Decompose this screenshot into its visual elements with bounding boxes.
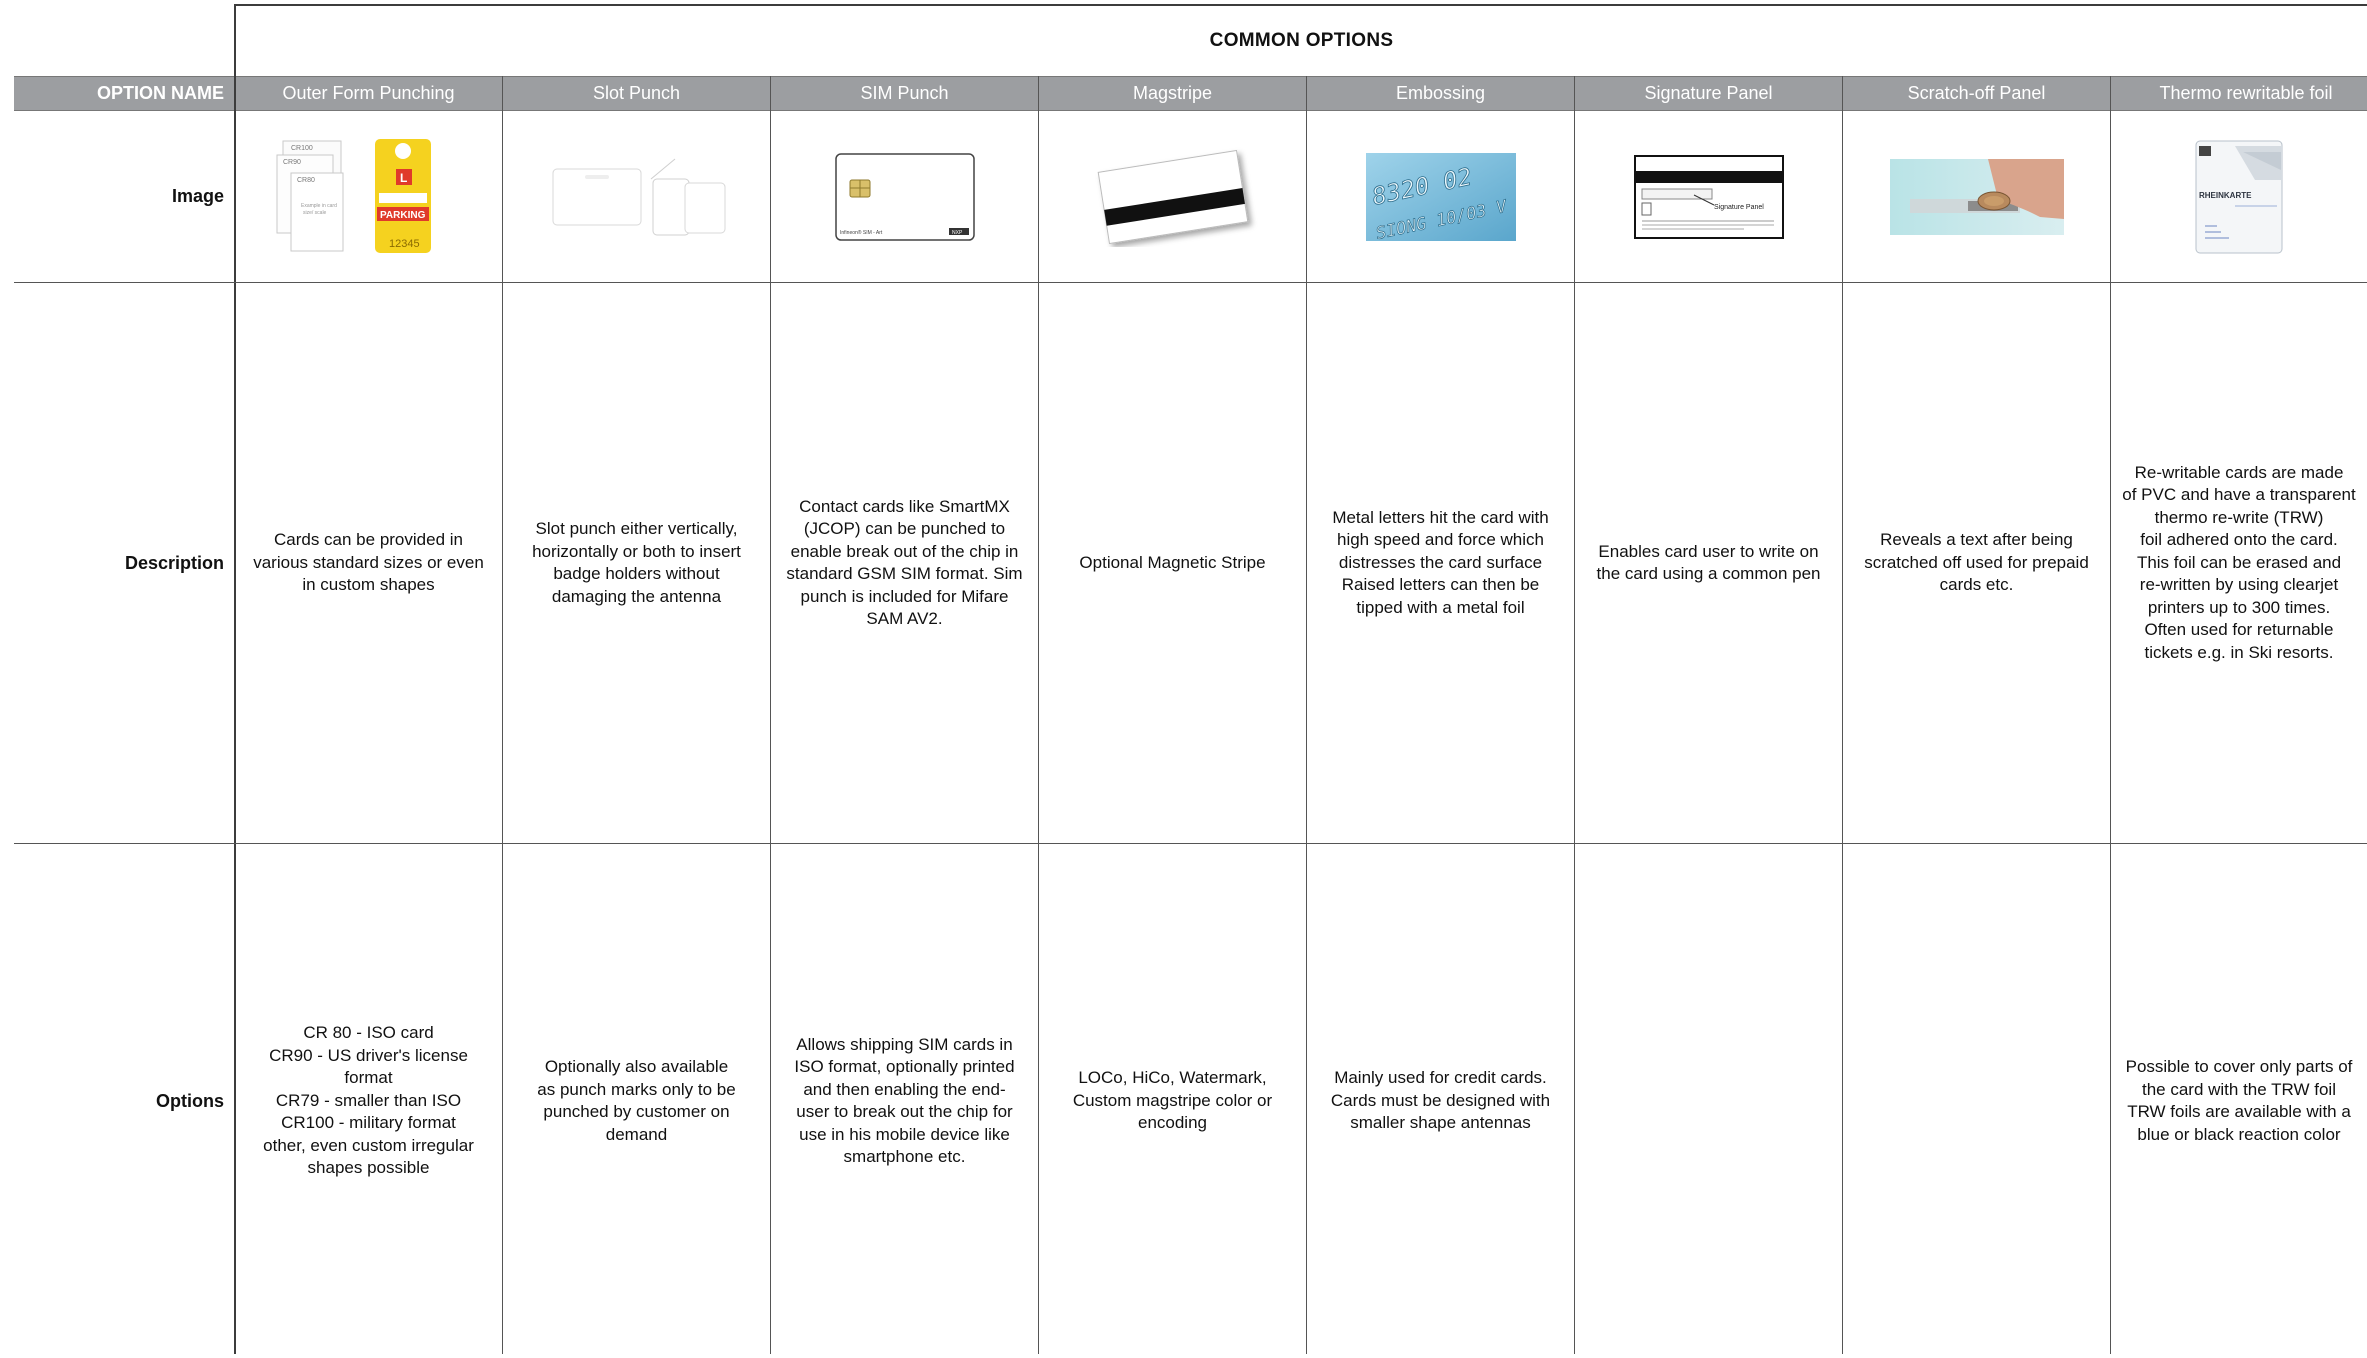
description-embossing: Metal letters hit the card with high spe… (1332, 507, 1549, 617)
svg-text:CR80: CR80 (297, 177, 315, 184)
header-sim-punch: SIM Punch (860, 83, 949, 103)
header-embossing: Embossing (1395, 83, 1486, 103)
svg-text:Example in card: Example in card (301, 203, 337, 209)
svg-text:L: L (400, 171, 407, 185)
image-thermo-rewritable-foil: RHEINKARTE (2111, 111, 2367, 282)
header-outer-form-punching: Outer Form Punching (282, 83, 455, 103)
options-outer-form-punching: CR 80 - ISO card CR90 - US driver's lice… (263, 1023, 474, 1178)
header-scratch-off-panel: Scratch-off Panel (1907, 83, 2046, 103)
row-label-image: Image (171, 186, 224, 206)
image-embossing: 8320 02 SIONG 10/03 V (1307, 111, 1574, 282)
options-magstripe: LOCo, HiCo, Watermark, Custom magstripe … (1072, 1068, 1273, 1133)
common-options-table: COMMON OPTIONS OPTION NAME Outer Form Pu… (0, 0, 2367, 1354)
image-scratch-off-panel (1843, 111, 2110, 282)
description-outer-form-punching: Cards can be provided in various standar… (253, 530, 484, 595)
svg-text:NXP: NXP (952, 230, 963, 236)
signature-panel-card-icon: Signature Panel (1633, 154, 1784, 239)
header-option-name: OPTION NAME (96, 83, 224, 103)
svg-text:size/ scale: size/ scale (303, 210, 327, 216)
options-thermo-rewritable-foil: Possible to cover only parts of the card… (2125, 1057, 2353, 1144)
options-scratch-off-panel (1843, 844, 2110, 1358)
description-thermo-rewritable-foil: Re-writable cards are made of PVC and ha… (2122, 462, 2356, 662)
description-magstripe: Optional Magnetic Stripe (1079, 552, 1266, 572)
header-slot-punch: Slot Punch (592, 83, 681, 103)
options-slot-punch: Optionally also available as punch marks… (537, 1057, 736, 1144)
description-slot-punch: Slot punch either vertically, horizontal… (532, 519, 741, 606)
header-magstripe: Magstripe (1132, 83, 1213, 103)
scratch-off-card-icon (1889, 158, 2064, 235)
slot-punch-cards-illustration (552, 158, 725, 235)
column-header-row: OPTION NAME Outer Form Punching Slot Pun… (14, 76, 2367, 111)
header-thermo-rewritable-foil: Thermo rewritable foil (2159, 83, 2333, 103)
image-sim-punch: Infineon® SIM - Art NXP (771, 111, 1038, 282)
image-slot-punch (503, 111, 770, 282)
image-outer-form-punching: CR100 CR90 CR80 Example in card size/ sc… (235, 111, 502, 282)
svg-text:Infineon® SIM - Art: Infineon® SIM - Art (840, 229, 883, 236)
svg-text:CR100: CR100 (291, 145, 313, 152)
options-sim-punch: Allows shipping SIM cards in ISO format,… (794, 1034, 1015, 1167)
options-signature-panel (1575, 844, 1842, 1358)
image-magstripe (1039, 111, 1306, 282)
thermo-card-icon: RHEINKARTE (2195, 140, 2283, 253)
card-sizes-illustration: CR100 CR90 CR80 Example in card size/ sc… (276, 138, 431, 253)
header-signature-panel: Signature Panel (1644, 83, 1773, 103)
description-signature-panel: Enables card user to write on the card u… (1596, 541, 1821, 584)
parking-tag-icon: L PARKING 12345 (374, 138, 431, 253)
table-title: COMMON OPTIONS (234, 4, 2367, 76)
svg-text:RHEINKARTE: RHEINKARTE (2199, 191, 2252, 200)
options-embossing: Mainly used for credit cards. Cards must… (1330, 1068, 1551, 1133)
svg-text:12345: 12345 (389, 238, 420, 250)
image-signature-panel: Signature Panel (1575, 111, 1842, 282)
description-sim-punch: Contact cards like SmartMX (JCOP) can be… (786, 496, 1023, 629)
embossed-card-icon: 8320 02 SIONG 10/03 V (1365, 152, 1516, 241)
svg-text:CR90: CR90 (283, 159, 301, 166)
svg-text:PARKING: PARKING (380, 210, 426, 221)
row-label-description: Description (124, 552, 224, 573)
sim-card-illustration: Infineon® SIM - Art NXP (834, 152, 975, 241)
magstripe-card-icon (1097, 149, 1248, 244)
svg-text:Signature Panel: Signature Panel (1714, 204, 1764, 211)
row-label-options: Options (156, 1090, 224, 1111)
description-scratch-off-panel: Reveals a text after being scratched off… (1864, 530, 2089, 595)
